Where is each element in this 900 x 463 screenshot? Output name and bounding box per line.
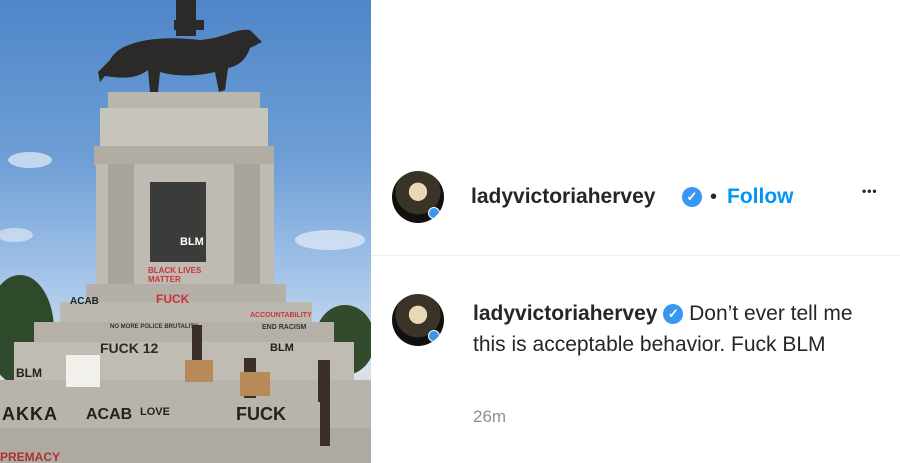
graffiti-fuck-1: FUCK [156,292,190,306]
verified-badge-icon: ✓ [682,187,702,207]
graffiti-blm-2: BLM [16,366,42,380]
divider [371,255,900,256]
post-username[interactable]: ladyvictoriahervey [471,185,655,209]
comment-verified-badge-icon: ✓ [663,304,684,324]
graffiti-premacy: PREMACY [0,450,61,463]
post-header: ladyvictoriahervey ✓ • Follow ••• [371,168,900,226]
separator-dot: • [710,186,718,208]
graffiti-blm-3: BLM [270,342,294,354]
graffiti-blm-main: BLM [180,236,204,248]
graffiti-love: LOVE [140,406,170,418]
graffiti-fuck12: FUCK 12 [100,340,159,356]
avatar[interactable] [392,171,444,223]
comment-timestamp: 26m [473,407,507,426]
graffiti-blm-red: BLACK LIVES MATTER [148,266,202,284]
graffiti-acab-1: ACAB [70,296,99,307]
graffiti-acab-2: ACAB [86,406,133,423]
post-panel: ladyvictoriahervey ✓ • Follow ••• ladyvi… [371,0,900,463]
post-photo: BLM FUCK BLM ACAB AKKA ACAB LOVE FUCK BL… [0,0,371,463]
more-options-icon[interactable]: ••• [862,184,878,198]
comment-avatar[interactable] [392,294,444,346]
graffiti-police: NO MORE POLICE BRUTALITY [110,324,198,330]
graffiti-racism: END RACISM [262,324,307,331]
graffiti-akka: AKKA [2,404,58,424]
comment-body: ladyvictoriahervey ✓ Don’t ever tell me … [473,298,883,360]
follow-button[interactable]: Follow [727,185,794,209]
graffiti-fuck-2: FUCK [236,404,286,424]
statue-illustration [0,0,371,463]
comment-username[interactable]: ladyvictoriahervey [473,302,657,325]
graffiti-accountability: ACCOUNTABILITY [250,312,312,319]
